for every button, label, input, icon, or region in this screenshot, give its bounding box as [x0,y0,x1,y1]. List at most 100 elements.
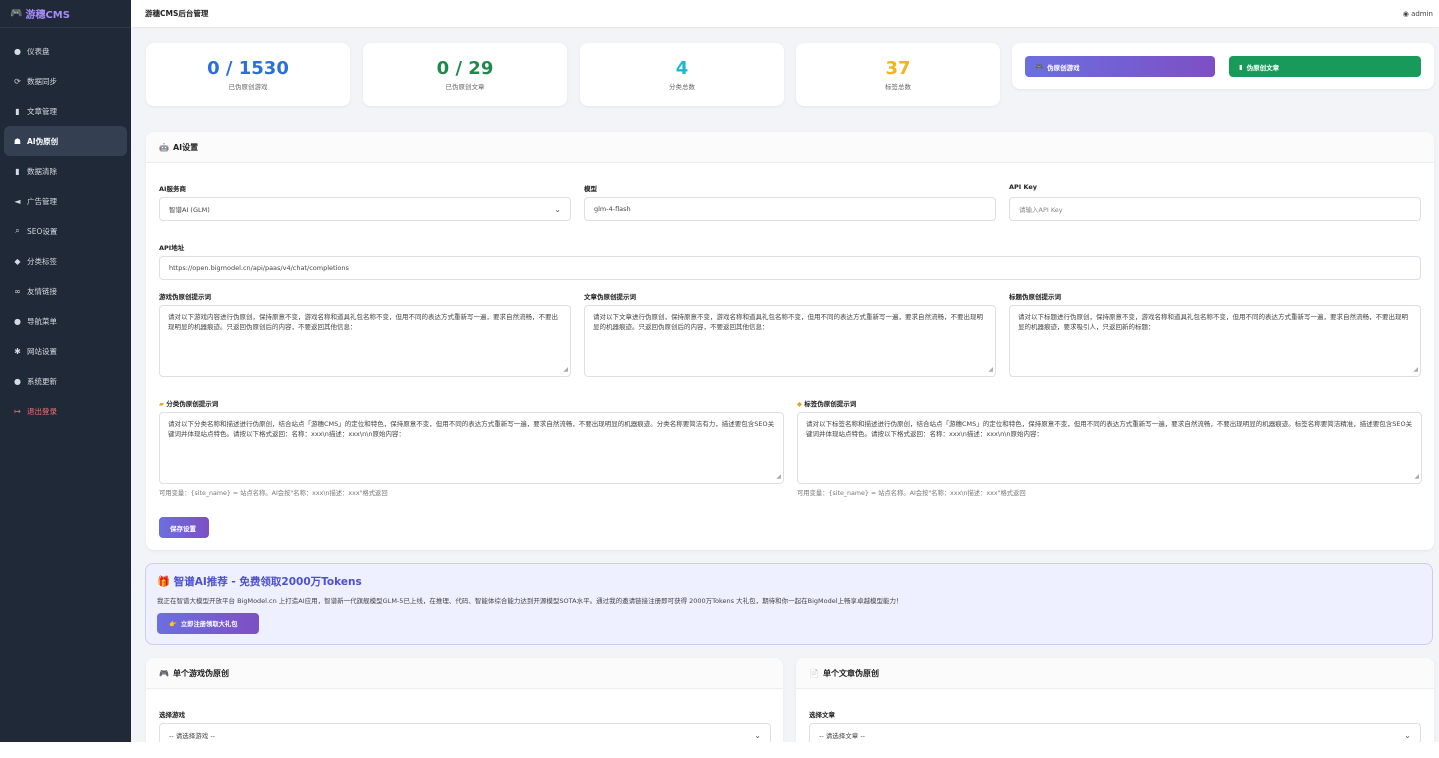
sidebar-item-label: 导航菜单 [27,316,57,326]
button-label: 伪原创文章 [1246,63,1280,72]
model-label: 模型 [584,185,597,193]
chevron-down-icon: ⌄ [1404,730,1411,740]
resize-grip-icon[interactable]: ◢ [1413,365,1418,375]
select-article-label: 选择文章 [809,711,835,719]
stat-value: 0 / 1530 [207,58,289,79]
sidebar-item-7[interactable]: ◆ 分类标签 [4,246,127,276]
megaphone-icon: ◄ [14,196,21,206]
sidebar-item-0[interactable]: ● 仪表盘 [4,36,127,66]
sidebar-item-label: AI伪原创 [27,136,59,146]
tag-prompt-label-text: 标签伪原创提示词 [804,400,857,408]
sidebar-item-11[interactable]: ● 系统更新 [4,366,127,396]
promo-title: 🎁 智谱AI推荐 - 免费领取2000万Tokens [157,574,362,589]
provider-label: AI服务商 [159,185,186,193]
sidebar-item-10[interactable]: ✱ 网站设置 [4,336,127,366]
sidebar-item-8[interactable]: ∞ 友情链接 [4,276,127,306]
single-game-card: 🎮 单个游戏伪原创 选择游戏 -- 请选择游戏 -- ⌄ [146,658,783,742]
game-prompt-text: 请对以下游戏内容进行伪原创，保持原意不变，游戏名称和道具礼包名称不变，但用不同的… [168,313,558,331]
brand-name: 游穗CMS [25,10,70,21]
select-article-placeholder: -- 请选择文章 -- [819,732,866,740]
sidebar-item-1[interactable]: ⟳ 数据同步 [4,66,127,96]
compass-icon: ● [14,316,21,326]
promo-button-label: 立即注册领取大礼包 [180,621,238,628]
resize-grip-icon[interactable]: ◢ [563,365,568,375]
sidebar: 🎮 游穗CMS ● 仪表盘 ⟳ 数据同步 ▮ 文章管理 ☗ AI伪原创 ▮ 数据清除 ◄ 广告管理 ⌕ S… [0,0,131,742]
model-value: glm-4-flash [594,205,631,213]
provider-select[interactable]: 智谱AI (GLM) ⌄ [159,197,571,221]
stat-card-tags: 37 标签总数 [796,43,1000,106]
stat-card-categories: 4 分类总数 [580,43,784,106]
sidebar-item-label: 退出登录 [27,406,57,416]
trash-icon: ▮ [15,166,20,176]
brand-logo[interactable]: 🎮 游穗CMS [0,0,131,28]
stat-value: 37 [885,58,911,79]
sidebar-nav: ● 仪表盘 ⟳ 数据同步 ▮ 文章管理 ☗ AI伪原创 ▮ 数据清除 ◄ 广告管理 ⌕ SEO设置 ◆ 分类标… [0,28,131,426]
provider-value: 智谱AI (GLM) [169,206,210,214]
page-title: 游穗CMS后台管理 [145,9,209,18]
single-game-header: 🎮 单个游戏伪原创 [146,658,783,689]
category-prompt-label: ▰ 分类伪原创提示词 [159,398,218,408]
gamepad-icon: 🎮 [10,8,23,19]
select-article-dropdown[interactable]: -- 请选择文章 -- ⌄ [809,723,1421,742]
tag-icon: ◆ [14,256,21,266]
chevron-down-icon: ⌄ [754,730,761,740]
document-icon: ▮ [1239,62,1243,71]
sidebar-item-9[interactable]: ● 导航菜单 [4,306,127,336]
resize-grip-icon[interactable]: ◢ [776,472,781,482]
select-game-dropdown[interactable]: -- 请选择游戏 -- ⌄ [159,723,771,742]
promo-description: 我正在智谱大模型开放平台 BigModel.cn 上打造AI应用，智谱新一代旗舰… [157,597,903,605]
promo-register-button[interactable]: 👉 立即注册领取大礼包 [157,613,259,634]
apikey-label: API Key [1009,183,1038,191]
gamepad-icon: 🎮 [1035,62,1044,71]
article-prompt-textarea[interactable]: 请对以下文章进行伪原创，保持原意不变，游戏名称和道具礼包名称不变，但用不同的表达… [584,305,996,377]
model-input[interactable]: glm-4-flash [584,197,996,221]
api-url-value: https://open.bigmodel.cn/api/paas/v4/cha… [169,264,349,272]
promo-banner: 🎁 智谱AI推荐 - 免费领取2000万Tokens 我正在智谱大模型开放平台 … [145,563,1433,645]
sync-icon: ⟳ [14,76,21,86]
batch-rewrite-games-button[interactable]: 🎮 伪原创游戏 [1025,56,1215,77]
sidebar-item-label: 广告管理 [27,196,57,206]
logout-icon: ↦ [14,406,21,416]
resize-grip-icon[interactable]: ◢ [1414,472,1419,482]
pointing-hand-icon: 👉 [169,620,177,628]
api-url-label: API地址 [159,244,185,252]
title-prompt-label: 标题伪原创提示词 [1009,293,1061,301]
sidebar-item-label: 网站设置 [27,346,57,356]
tag-prompt-textarea[interactable]: 请对以下标签名称和描述进行伪原创，结合站点「游穗CMS」的定位和特色，保持原意不… [797,412,1422,484]
apikey-placeholder: 请输入API Key [1019,206,1063,214]
stat-label: 已伪原创文章 [445,83,485,91]
apikey-input[interactable]: 请输入API Key [1009,197,1421,221]
select-game-placeholder: -- 请选择游戏 -- [169,732,216,740]
user-menu[interactable]: ◉ admin [1403,10,1433,18]
category-prompt-textarea[interactable]: 请对以下分类名称和描述进行伪原创，结合站点「游穗CMS」的定位和特色，保持原意不… [159,412,784,484]
batch-actions-card: 🎮 伪原创游戏 ▮ 伪原创文章 [1012,43,1434,89]
sidebar-item-label: 系统更新 [27,376,57,386]
save-settings-button[interactable]: 保存设置 [159,517,209,538]
batch-rewrite-articles-button[interactable]: ▮ 伪原创文章 [1229,56,1421,77]
section-title: 单个文章伪原创 [822,668,879,678]
api-url-input[interactable]: https://open.bigmodel.cn/api/paas/v4/cha… [159,256,1421,280]
link-icon: ∞ [14,286,21,296]
robot-icon: 🤖 [159,142,169,152]
stat-value: 0 / 29 [436,58,494,79]
sidebar-item-label: 文章管理 [27,106,57,116]
stat-label: 已伪原创游戏 [228,83,268,91]
section-title: 单个游戏伪原创 [172,668,229,678]
stat-card-games: 0 / 1530 已伪原创游戏 [146,43,350,106]
username: admin [1411,9,1433,18]
sidebar-item-4[interactable]: ▮ 数据清除 [4,156,127,186]
promo-title-text: 智谱AI推荐 - 免费领取2000万Tokens [173,576,362,588]
title-prompt-textarea[interactable]: 请对以下标题进行伪原创，保持原意不变，游戏名称和道具礼包名称不变，但用不同的表达… [1009,305,1421,377]
tag-hint: 可用变量：{site_name} = 站点名称。AI会按"名称：xxx\n描述：… [797,490,1026,497]
sidebar-item-5[interactable]: ◄ 广告管理 [4,186,127,216]
sidebar-item-2[interactable]: ▮ 文章管理 [4,96,127,126]
category-prompt-label-text: 分类伪原创提示词 [166,400,219,408]
sidebar-item-12[interactable]: ↦ 退出登录 [4,396,127,426]
search-icon: ⌕ [15,226,20,235]
sidebar-item-3[interactable]: ☗ AI伪原创 [4,126,127,156]
game-prompt-textarea[interactable]: 请对以下游戏内容进行伪原创，保持原意不变，游戏名称和道具礼包名称不变，但用不同的… [159,305,571,377]
stat-label: 分类总数 [669,83,695,91]
document-icon: ▮ [15,106,20,116]
sidebar-item-6[interactable]: ⌕ SEO设置 [4,216,127,246]
resize-grip-icon[interactable]: ◢ [988,365,993,375]
